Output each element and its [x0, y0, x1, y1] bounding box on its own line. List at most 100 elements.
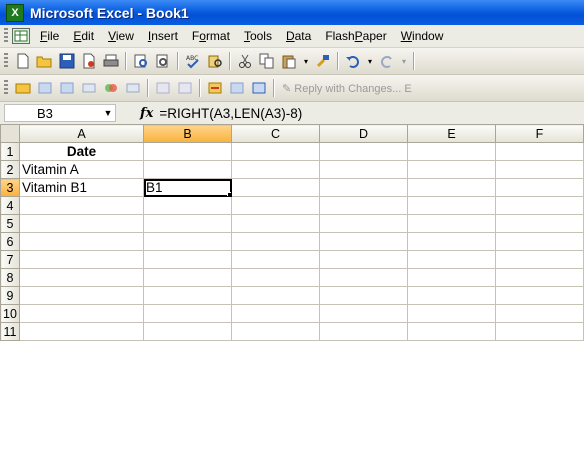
cell-b4[interactable] — [143, 196, 232, 215]
spelling-icon[interactable]: ABC — [184, 52, 202, 70]
cell-a7[interactable] — [19, 250, 144, 269]
cell-a1[interactable]: Date — [19, 142, 144, 161]
undo-icon[interactable] — [344, 52, 362, 70]
cell-c11[interactable] — [231, 322, 320, 341]
column-header-f[interactable]: F — [495, 124, 584, 143]
review-icon-5[interactable] — [102, 79, 120, 97]
cell-d2[interactable] — [319, 160, 408, 179]
cell-e5[interactable] — [407, 214, 496, 233]
column-header-c[interactable]: C — [231, 124, 320, 143]
cell-c4[interactable] — [231, 196, 320, 215]
review-icon-2[interactable] — [36, 79, 54, 97]
review-icon-3[interactable] — [58, 79, 76, 97]
cell-b3[interactable]: B1 — [143, 178, 232, 197]
cell-b10[interactable] — [143, 304, 232, 323]
name-box[interactable]: B3 ▼ — [4, 104, 116, 122]
cell-c8[interactable] — [231, 268, 320, 287]
cell-c2[interactable] — [231, 160, 320, 179]
cell-d9[interactable] — [319, 286, 408, 305]
cell-f5[interactable] — [495, 214, 584, 233]
cell-d7[interactable] — [319, 250, 408, 269]
cell-a6[interactable] — [19, 232, 144, 251]
cell-e3[interactable] — [407, 178, 496, 197]
row-header-9[interactable]: 9 — [0, 286, 20, 305]
cell-b1[interactable] — [143, 142, 232, 161]
cell-d5[interactable] — [319, 214, 408, 233]
menu-flashpaper[interactable]: FlashPaper — [325, 29, 386, 43]
cell-e11[interactable] — [407, 322, 496, 341]
row-header-11[interactable]: 11 — [0, 322, 20, 341]
row-header-6[interactable]: 6 — [0, 232, 20, 251]
cell-c7[interactable] — [231, 250, 320, 269]
reply-with-changes-button[interactable]: ✎ Reply with Changes... E — [282, 82, 412, 95]
column-header-b[interactable]: B — [143, 124, 232, 143]
review-icon-7[interactable] — [154, 79, 172, 97]
row-header-1[interactable]: 1 — [0, 142, 20, 161]
cell-c6[interactable] — [231, 232, 320, 251]
cell-a10[interactable] — [19, 304, 144, 323]
cell-d11[interactable] — [319, 322, 408, 341]
cell-e10[interactable] — [407, 304, 496, 323]
menu-format[interactable]: Format — [192, 29, 230, 43]
row-header-2[interactable]: 2 — [0, 160, 20, 179]
menu-data[interactable]: Data — [286, 29, 311, 43]
cell-e2[interactable] — [407, 160, 496, 179]
cell-f7[interactable] — [495, 250, 584, 269]
cell-e6[interactable] — [407, 232, 496, 251]
column-header-a[interactable]: A — [19, 124, 144, 143]
cell-d6[interactable] — [319, 232, 408, 251]
menu-window[interactable]: Window — [401, 29, 444, 43]
copy-icon[interactable] — [258, 52, 276, 70]
title-bar[interactable]: X Microsoft Excel - Book1 — [0, 0, 584, 25]
cell-b6[interactable] — [143, 232, 232, 251]
research-icon[interactable] — [206, 52, 224, 70]
menu-view[interactable]: View — [108, 29, 134, 43]
cell-e8[interactable] — [407, 268, 496, 287]
cell-d10[interactable] — [319, 304, 408, 323]
redo-dropdown-icon[interactable]: ▾ — [400, 52, 408, 70]
cell-f1[interactable] — [495, 142, 584, 161]
cell-f2[interactable] — [495, 160, 584, 179]
cell-f9[interactable] — [495, 286, 584, 305]
save-icon[interactable] — [58, 52, 76, 70]
cell-c10[interactable] — [231, 304, 320, 323]
select-all-corner[interactable] — [0, 124, 20, 143]
cell-c9[interactable] — [231, 286, 320, 305]
toolbar-grip-handle[interactable] — [4, 80, 8, 96]
cell-b8[interactable] — [143, 268, 232, 287]
cell-d8[interactable] — [319, 268, 408, 287]
open-icon[interactable] — [36, 52, 54, 70]
chevron-down-icon[interactable]: ▼ — [101, 108, 115, 118]
review-icon-9[interactable] — [206, 79, 224, 97]
menu-file[interactable]: File — [40, 29, 59, 43]
cell-d3[interactable] — [319, 178, 408, 197]
menu-insert[interactable]: Insert — [148, 29, 178, 43]
cell-a5[interactable] — [19, 214, 144, 233]
row-header-8[interactable]: 8 — [0, 268, 20, 287]
cut-icon[interactable] — [236, 52, 254, 70]
redo-icon[interactable] — [378, 52, 396, 70]
review-icon-10[interactable] — [228, 79, 246, 97]
new-icon[interactable] — [14, 52, 32, 70]
paste-icon[interactable] — [280, 52, 298, 70]
menu-edit[interactable]: Edit — [73, 29, 94, 43]
cell-f6[interactable] — [495, 232, 584, 251]
excel-app-icon[interactable]: X — [6, 3, 24, 22]
permission-icon[interactable] — [80, 52, 98, 70]
fill-handle[interactable] — [227, 192, 231, 196]
cell-d4[interactable] — [319, 196, 408, 215]
cell-b9[interactable] — [143, 286, 232, 305]
cell-c3[interactable] — [231, 178, 320, 197]
cell-c5[interactable] — [231, 214, 320, 233]
cell-b7[interactable] — [143, 250, 232, 269]
toolbar-grip-handle[interactable] — [4, 53, 8, 69]
review-icon-6[interactable] — [124, 79, 142, 97]
review-icon-8[interactable] — [176, 79, 194, 97]
review-icon-11[interactable] — [250, 79, 268, 97]
cell-f8[interactable] — [495, 268, 584, 287]
formula-input[interactable]: =RIGHT(A3,LEN(A3)-8) — [159, 106, 302, 121]
insert-function-icon[interactable]: fx — [140, 106, 153, 121]
paste-dropdown-icon[interactable]: ▾ — [302, 52, 310, 70]
cell-e4[interactable] — [407, 196, 496, 215]
cell-f10[interactable] — [495, 304, 584, 323]
